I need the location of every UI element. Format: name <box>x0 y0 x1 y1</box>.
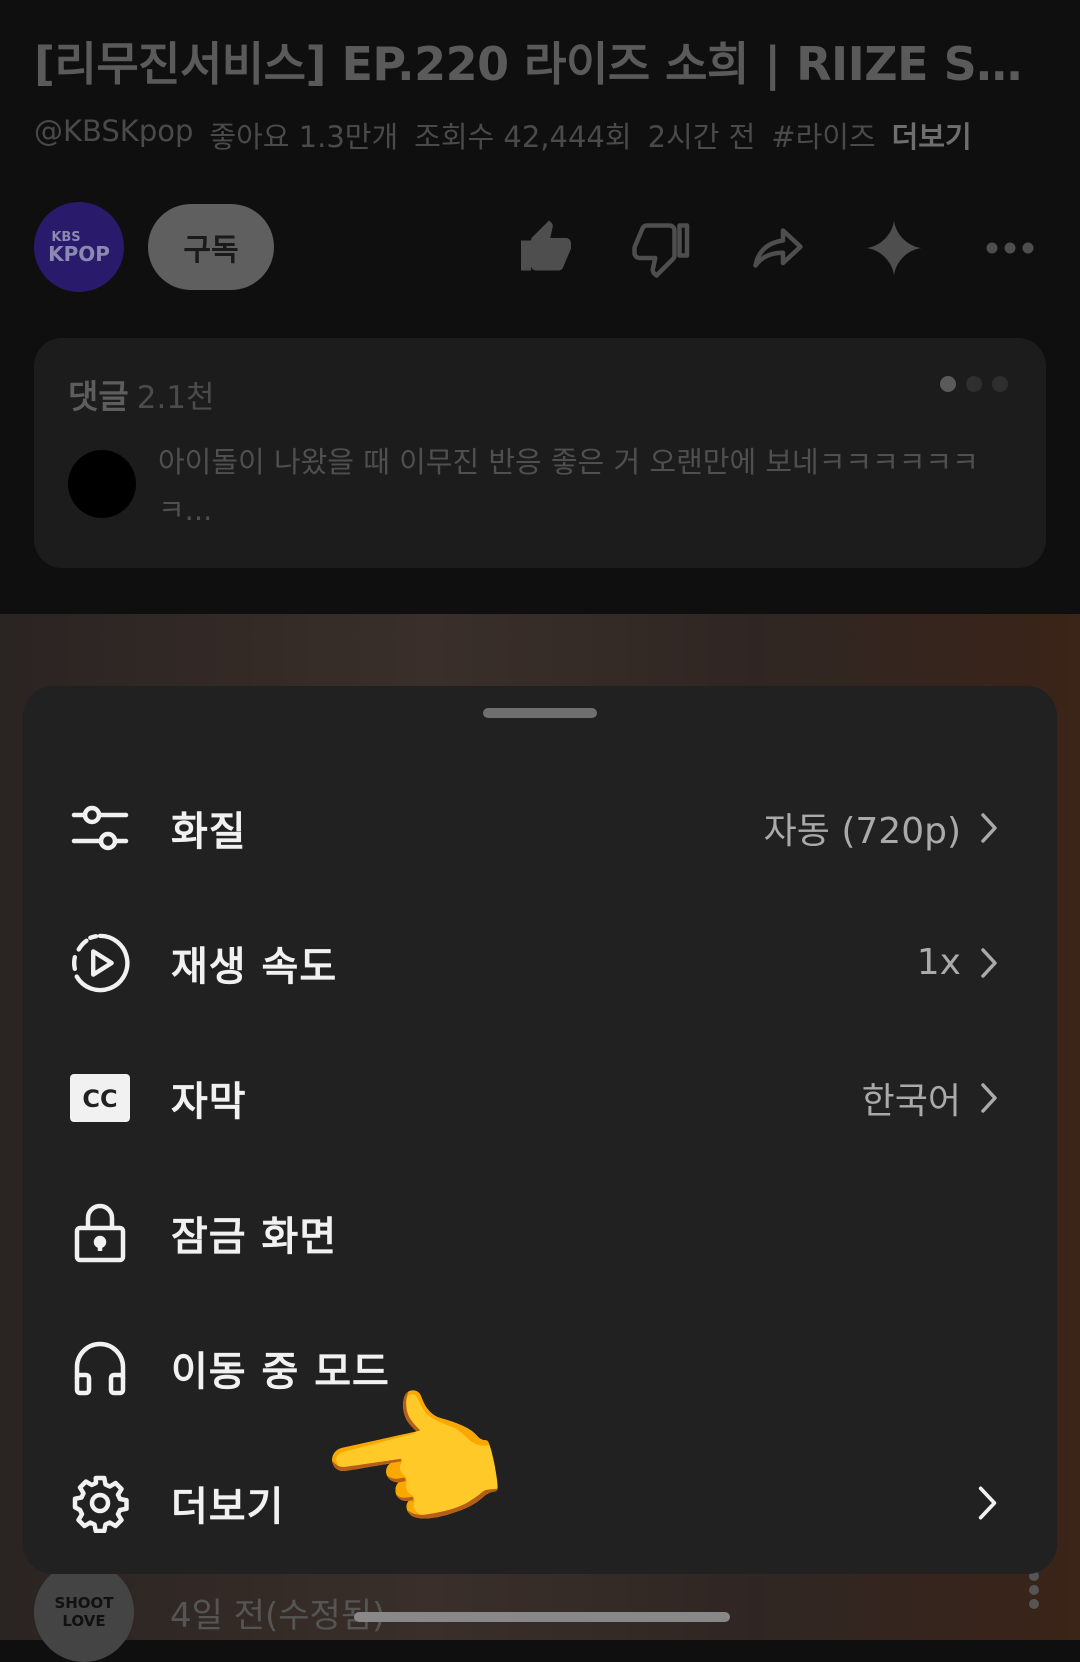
closed-captions-icon: CC <box>69 1067 131 1129</box>
feed-item-avatar[interactable]: SHOOT LOVE <box>34 1562 134 1662</box>
action-bar <box>510 212 1046 284</box>
menu-item-quality[interactable]: 화질 자동 (720p) <box>23 760 1057 895</box>
lock-icon <box>69 1202 131 1264</box>
tune-sliders-icon <box>69 797 131 859</box>
home-indicator[interactable] <box>354 1612 730 1622</box>
menu-item-label: 화질 <box>171 808 247 855</box>
comments-teaser[interactable]: 댓글 2.1천 아이돌이 나왔을 때 이무진 반응 좋은 거 오랜만에 보네ㅋㅋㅋ… <box>34 338 1046 568</box>
menu-item-value: 1x <box>916 942 961 983</box>
menu-item-label: 재생 속도 <box>171 943 338 990</box>
channel-avatar[interactable]: KBS KPOP <box>34 202 124 292</box>
channel-row: KBS KPOP 구독 <box>34 202 1046 292</box>
comments-header: 댓글 2.1천 <box>68 377 215 416</box>
chevron-right-icon <box>977 1485 999 1521</box>
thumbs-up-icon[interactable] <box>510 212 582 284</box>
svg-text:CC: CC <box>82 1085 117 1113</box>
headphones-icon <box>69 1337 131 1399</box>
chevron-right-icon <box>979 810 1001 846</box>
more-horiz-icon[interactable] <box>974 212 1046 284</box>
chevron-right-icon <box>979 945 1001 981</box>
menu-item-label: 자막 <box>171 1078 247 1125</box>
more-vert-icon[interactable] <box>1028 1570 1040 1614</box>
menu-item-label: 더보기 <box>171 1483 285 1530</box>
playback-speed-icon <box>69 932 131 994</box>
settings-menu: 화질 자동 (720p) 재생 속도 1x CC 자막 한국어 잠금 화면 이동… <box>23 760 1057 1570</box>
view-count: 조회수 42,444회 <box>414 120 632 154</box>
carousel-dots <box>940 376 1008 392</box>
video-title[interactable]: [리무진서비스] EP.220 라이즈 소희 | RIIZE SOH... <box>34 28 1054 94</box>
video-meta[interactable]: @KBSKpop 좋아요 1.3만개 조회수 42,444회 2시간 전 #라이… <box>34 114 972 156</box>
thumbs-down-icon[interactable] <box>626 212 698 284</box>
menu-item-label: 잠금 화면 <box>171 1213 338 1260</box>
sparkle-icon[interactable] <box>858 212 930 284</box>
menu-item-value: 자동 (720p) <box>763 810 961 852</box>
commenter-avatar <box>68 450 136 518</box>
feed-item-time: 4일 전(수정됨) <box>170 1596 386 1636</box>
settings-bottom-sheet: 화질 자동 (720p) 재생 속도 1x CC 자막 한국어 잠금 화면 이동… <box>23 686 1057 1574</box>
pointing-hand-icon: 👈 <box>301 1360 521 1570</box>
share-icon[interactable] <box>742 212 814 284</box>
menu-item-on-the-go-mode[interactable]: 이동 중 모드 <box>23 1300 1057 1435</box>
chevron-right-icon <box>979 1080 1001 1116</box>
menu-item-playback-speed[interactable]: 재생 속도 1x <box>23 895 1057 1030</box>
hashtag: #라이즈 <box>771 120 876 154</box>
like-count: 좋아요 1.3만개 <box>209 120 399 154</box>
top-comment-text: 아이돌이 나왔을 때 이무진 반응 좋은 거 오랜만에 보네ㅋㅋㅋㅋㅋㅋ ㅋ..… <box>158 445 979 527</box>
gear-icon <box>69 1472 131 1534</box>
channel-handle: @KBSKpop <box>34 114 194 148</box>
menu-item-more-settings[interactable]: 더보기 <box>23 1435 1057 1570</box>
upload-time: 2시간 전 <box>647 120 756 154</box>
drag-handle[interactable] <box>483 708 597 718</box>
menu-item-value: 한국어 <box>861 1080 961 1122</box>
menu-item-lock-screen[interactable]: 잠금 화면 <box>23 1165 1057 1300</box>
subscribe-button[interactable]: 구독 <box>148 204 274 290</box>
description-more-link[interactable]: 더보기 <box>892 114 972 156</box>
menu-item-captions[interactable]: CC 자막 한국어 <box>23 1030 1057 1165</box>
